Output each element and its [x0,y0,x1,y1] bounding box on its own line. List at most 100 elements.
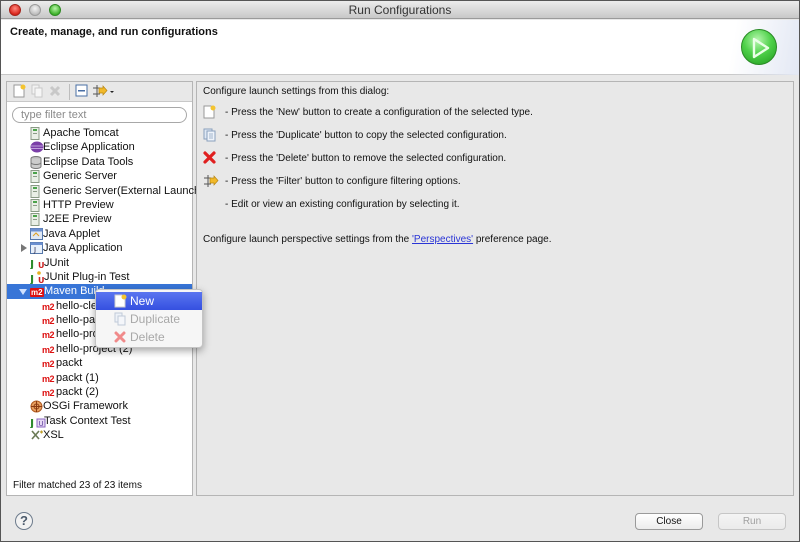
maven-icon: m2 [30,288,44,298]
duplicate-icon [203,128,217,142]
filter-icon [92,84,114,101]
run-button[interactable]: Run [718,513,786,530]
tree-item-config-type[interactable]: Eclipse Application [7,140,192,154]
junit-icon: JU [29,257,45,271]
delete-button[interactable] [47,84,63,100]
new-launch-config-button[interactable] [11,84,27,100]
tree-item-label: Task Context Test [44,414,131,427]
help-line-filter: - Press the 'Filter' button to configure… [225,176,461,187]
java-application-icon: J [30,242,43,255]
new-config-icon [114,294,127,308]
tree-item-config-type[interactable]: J U JUnit [7,256,192,271]
osgi-icon [30,400,43,413]
banner-title: Create, manage, and run configurations [10,26,218,38]
tree-item-label: packt [56,357,83,370]
tree-item-label: Java Applet [43,227,100,240]
help-line-new: - Press the 'New' button to create a con… [225,107,533,118]
tree-item-label: HTTP Preview [43,198,114,211]
tree-item-config[interactable]: m2 packt (2) [7,385,192,399]
svg-text:J: J [30,417,34,428]
server-icon [30,184,42,198]
context-menu: New Duplicate Delete [95,289,203,348]
collapse-all-button[interactable] [73,84,89,100]
maven-icon: m2 [42,344,55,355]
perspective-help: Configure launch perspective settings fr… [203,234,552,245]
tree-item-config[interactable]: m2 packt [7,356,192,370]
tree-item-config-type[interactable]: Generic Server(External Launch) [7,184,204,198]
tree-item-config-type[interactable]: HTTP Preview [7,198,192,212]
tree-item-config-type[interactable]: OSGi Framework [7,399,192,413]
toolbar-separator [69,84,70,100]
collapsed-triangle-icon[interactable] [21,244,27,253]
svg-text:J: J [33,246,36,254]
tree-toolbar [7,82,192,102]
tree-item-config-type[interactable]: J U Task Context Test [7,414,192,430]
tree-item-label: JUnit Plug-in Test [44,270,130,283]
help-line-duplicate: - Press the 'Duplicate' button to copy t… [225,130,507,141]
delete-icon [203,151,217,165]
tree-item-config-type[interactable]: J2EE Preview [7,212,192,227]
filter-status: Filter matched 23 of 23 items [13,480,142,491]
maven-icon: m2 [42,330,55,341]
tree-item-label: XSL [43,429,64,442]
dialog-footer: ? Close Run [1,499,799,541]
tree-item-label: J2EE Preview [43,213,112,226]
window-title: Run Configurations [348,3,452,17]
help-button[interactable]: ? [15,512,33,530]
tree-item-label: Apache Tomcat [43,127,119,139]
tree-item-config-type[interactable]: J U JUnit Plug-in Test [7,270,192,286]
tree-item-label: Eclipse Application [43,141,135,154]
menu-item-duplicate[interactable]: Duplicate [96,310,202,328]
tree-item-config-type[interactable]: Java Applet [7,227,192,241]
task-context-icon: JU [29,415,46,430]
perspectives-link[interactable]: 'Perspectives' [412,234,473,245]
server-icon [30,170,42,184]
close-button[interactable]: Close [635,513,703,530]
title-bar: Run Configurations [1,1,799,19]
tree-item-config-type[interactable]: XSL [7,428,192,442]
tree-item-label: packt (1) [56,371,99,384]
expanded-triangle-icon[interactable] [19,289,27,296]
tree-item-label: Generic Server(External Launch) [43,184,204,197]
tree-item-config-type[interactable]: Eclipse Data Tools [7,155,192,169]
filter-icon [203,174,219,188]
svg-text:U: U [39,420,44,428]
help-line-edit: - Edit or view an existing configuration… [225,199,460,210]
server-icon [30,127,42,140]
java-applet-icon [30,227,43,240]
eclipse-icon [30,141,44,153]
tree-item-config-type[interactable]: Generic Server [7,169,192,184]
tree-item-config-type[interactable]: J Java Application [7,241,192,255]
config-tree: Apache Tomcat Eclipse Application Eclipse … [7,126,204,443]
tree-item-label: Generic Server [43,170,117,183]
tree-item-label: Eclipse Data Tools [43,155,134,168]
duplicate-icon [114,312,127,326]
tree-item-config[interactable]: m2 packt (1) [7,371,192,385]
svg-text:J: J [30,258,34,269]
collapse-all-icon [75,84,88,100]
delete-icon [114,330,127,343]
database-icon [30,155,42,169]
duplicate-button[interactable] [29,84,45,100]
tree-item-config-type[interactable]: Apache Tomcat [7,126,192,140]
duplicate-icon [31,84,44,101]
header-banner: Create, manage, and run configurations [1,20,799,75]
tree-item-label: Java Application [43,242,123,255]
svg-text:J: J [30,273,34,284]
delete-icon [49,85,61,100]
junit-plugin-icon: JU [29,271,45,286]
menu-item-new[interactable]: New [96,292,202,310]
maven-icon: m2 [42,301,55,312]
filter-input[interactable] [12,107,187,123]
help-intro: Configure launch settings from this dial… [203,86,390,97]
maven-icon: m2 [42,316,55,327]
filter-button[interactable] [91,84,115,100]
maven-icon: m2 [42,388,55,399]
run-configurations-dialog: Run Configurations Create, manage, and r… [0,0,800,542]
menu-item-delete[interactable]: Delete [96,328,202,346]
config-details-panel: Configure launch settings from this dial… [196,81,794,496]
run-icon [741,29,777,65]
new-config-icon [13,84,26,101]
xsl-icon [30,429,43,441]
help-line-delete: - Press the 'Delete' button to remove th… [225,153,507,164]
